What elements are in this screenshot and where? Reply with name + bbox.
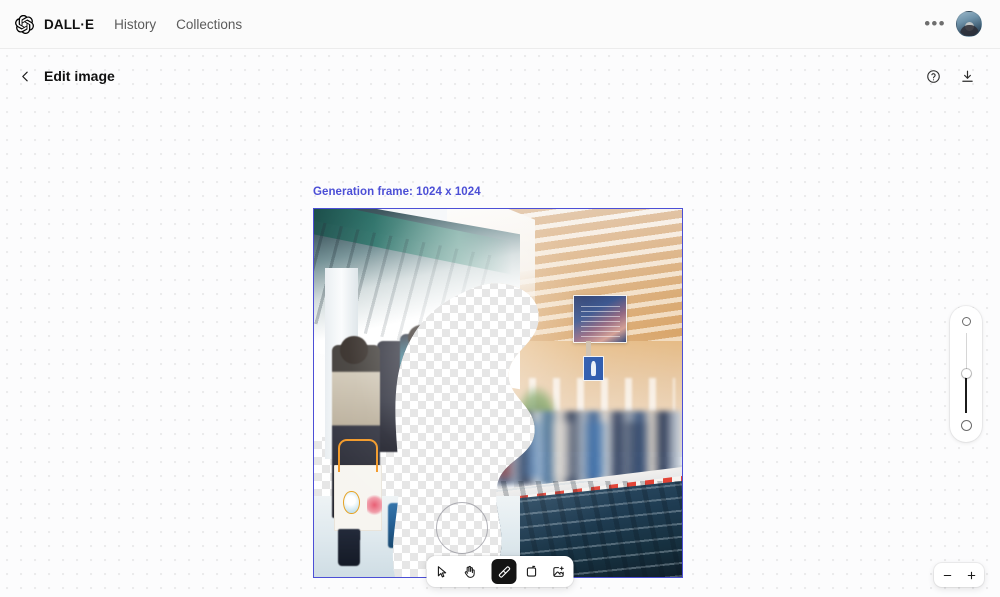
dalle-edit-image-app: DALL·E History Collections ••• Generatio… <box>0 0 1000 597</box>
question-mark-circle-icon[interactable] <box>920 63 946 89</box>
nav-link-history[interactable]: History <box>114 17 156 32</box>
station-photograph <box>314 209 682 577</box>
chevron-left-icon[interactable] <box>14 65 36 87</box>
brush-size-thumb[interactable] <box>961 368 971 378</box>
brush-size-track[interactable] <box>959 333 973 413</box>
download-icon[interactable] <box>954 63 980 89</box>
small-circle-icon[interactable] <box>961 317 971 326</box>
eraser-brush-cursor <box>436 502 488 554</box>
add-image-tool[interactable] <box>546 559 571 584</box>
crop-tool[interactable] <box>519 559 544 584</box>
top-navigation-bar: DALL·E History Collections ••• <box>0 0 1000 49</box>
brush-size-track-filled <box>965 373 967 413</box>
brush-size-slider-panel[interactable] <box>950 306 982 442</box>
generation-frame-label: Generation frame: 1024 x 1024 <box>313 186 481 198</box>
zoom-controls <box>934 563 984 587</box>
brand-title[interactable]: DALL·E <box>44 17 94 32</box>
zoom-in-button[interactable] <box>960 565 982 585</box>
user-avatar[interactable] <box>956 11 982 37</box>
generation-frame[interactable] <box>313 208 683 578</box>
editor-canvas[interactable]: Generation frame: 1024 x 1024 <box>0 49 1000 597</box>
large-circle-icon[interactable] <box>960 420 972 431</box>
zoom-out-button[interactable] <box>936 565 958 585</box>
editor-toolbar <box>426 556 574 587</box>
eraser-tool[interactable] <box>491 559 517 584</box>
toolbar-separator <box>484 559 490 584</box>
ellipsis-icon[interactable]: ••• <box>922 11 948 37</box>
nav-link-collections[interactable]: Collections <box>176 17 242 32</box>
edited-photo-layer <box>314 209 682 577</box>
pan-tool[interactable] <box>457 559 482 584</box>
openai-logo-icon[interactable] <box>10 10 38 38</box>
page-title: Edit image <box>44 68 115 84</box>
select-tool[interactable] <box>430 559 455 584</box>
